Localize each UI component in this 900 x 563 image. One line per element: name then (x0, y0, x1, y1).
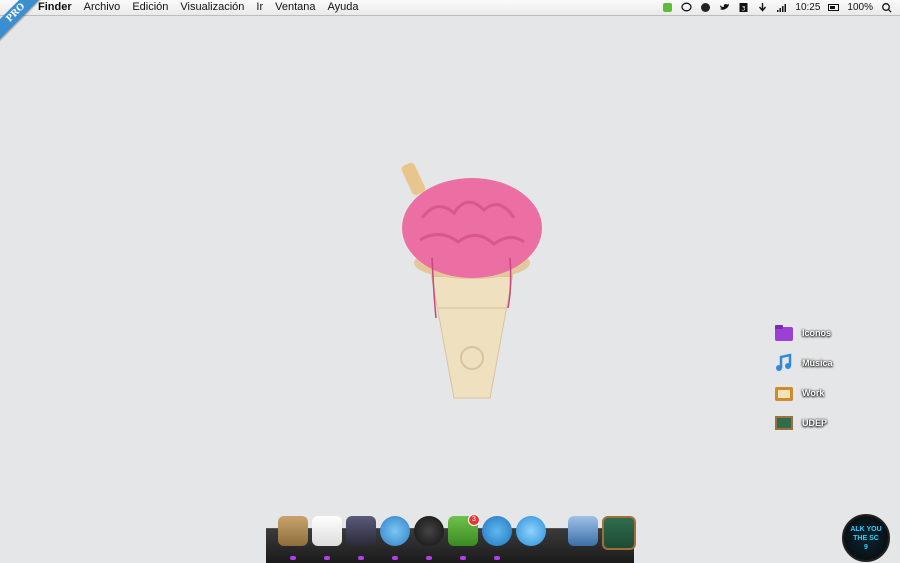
menu-bar: Finder Archivo Edición Visualización Ir … (0, 0, 900, 16)
spotlight-search-icon[interactable] (881, 2, 892, 13)
desktop-item-work[interactable]: Work (774, 378, 854, 408)
signal-bars-icon[interactable] (776, 2, 787, 13)
music-note-icon (776, 353, 792, 371)
chalkboard-icon[interactable] (602, 516, 636, 550)
chalkboard-icon (775, 416, 793, 430)
running-indicator (358, 556, 364, 560)
running-indicator (324, 556, 330, 560)
calendar-icon[interactable]: 3 (738, 2, 749, 13)
dock-icons: 3 (278, 514, 636, 550)
wallpaper-brain-ice-cream (401, 162, 542, 399)
desktop-item-udep[interactable]: UDEP (774, 408, 854, 438)
menu-visualizacion[interactable]: Visualización (180, 0, 244, 15)
menu-ventana[interactable]: Ventana (275, 0, 315, 15)
folder-icon (775, 325, 793, 341)
music-widget[interactable]: ALK YOU THE SC 9 (842, 514, 890, 562)
desktop-item-iconos[interactable]: Iconos (774, 318, 854, 348)
waffle-cone (429, 267, 515, 399)
running-indicator (392, 556, 398, 560)
desktop-icons: Iconos Música Work UDEP (774, 318, 854, 438)
wooden-stick (401, 162, 426, 196)
running-indicator (460, 556, 466, 560)
download-arrow-icon[interactable] (757, 2, 768, 13)
running-indicator (426, 556, 432, 560)
desktop-item-label: UDEP (802, 418, 828, 428)
menu-edicion[interactable]: Edición (132, 0, 168, 15)
battery-icon[interactable] (828, 2, 840, 13)
camera-lens-icon[interactable] (414, 516, 444, 546)
menu-ir[interactable]: Ir (256, 0, 263, 15)
menu-ayuda[interactable]: Ayuda (328, 0, 359, 15)
running-indicator (494, 556, 500, 560)
twitter-bird-icon[interactable] (719, 2, 730, 13)
desktop-item-label: Work (802, 388, 825, 398)
battery-percent[interactable]: 100% (847, 0, 873, 15)
leaf-icon[interactable] (700, 2, 711, 13)
brain (402, 178, 542, 278)
clock[interactable]: 10:25 (795, 0, 820, 15)
documents-stack-icon[interactable] (568, 516, 598, 546)
photo-app-icon[interactable] (346, 516, 376, 546)
widget-line: THE SC (853, 534, 879, 542)
chat-bird-icon[interactable] (380, 516, 410, 546)
skype-icon[interactable] (516, 516, 546, 546)
widget-line: ALK YOU (850, 525, 882, 533)
folder-icon (775, 387, 793, 401)
desktop-item-musica[interactable]: Música (774, 348, 854, 378)
twitter-bird-icon[interactable] (482, 516, 512, 546)
dock-running-indicators (290, 556, 500, 560)
mail-icon[interactable] (312, 516, 342, 546)
menu-archivo[interactable]: Archivo (84, 0, 121, 15)
desktop-item-label: Música (802, 358, 833, 368)
finder-icon[interactable] (278, 516, 308, 546)
desktop-item-label: Iconos (802, 328, 832, 338)
notification-badge: 3 (468, 514, 480, 526)
running-indicator (290, 556, 296, 560)
evernote-icon[interactable]: 3 (448, 514, 480, 546)
svg-text:3: 3 (742, 6, 746, 13)
chat-bubble-icon[interactable] (681, 2, 693, 13)
evernote-tray-icon[interactable] (662, 2, 673, 13)
widget-line: 9 (864, 543, 868, 551)
menu-finder[interactable]: Finder (38, 0, 72, 15)
